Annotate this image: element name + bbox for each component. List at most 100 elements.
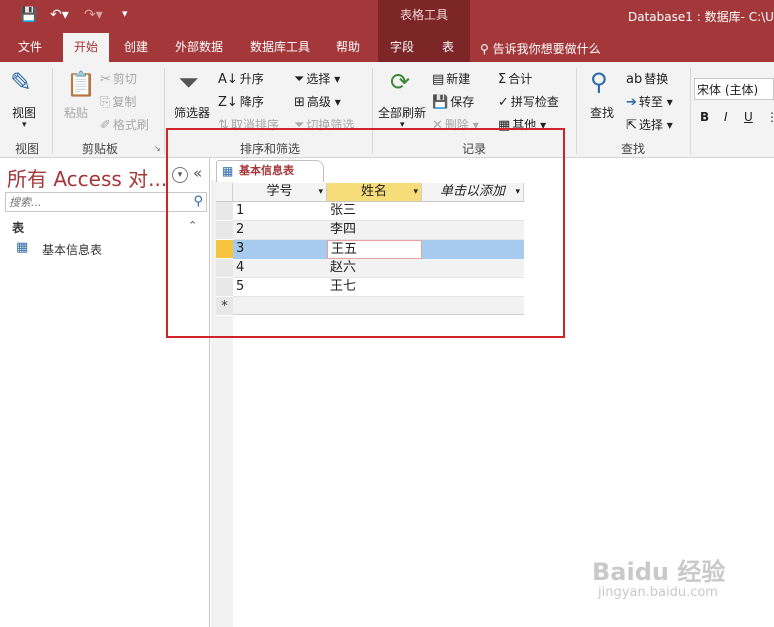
underline-button[interactable]: U (744, 110, 753, 124)
column-header-name[interactable]: 姓名 ▾ (327, 183, 422, 202)
tab-file[interactable]: 文件 (8, 33, 52, 62)
cell-name[interactable]: 张三 (327, 202, 422, 221)
save-icon[interactable]: 💾 (20, 7, 37, 23)
chevron-down-icon[interactable]: ▾ (318, 183, 323, 201)
view-button[interactable]: 视图 (12, 104, 36, 121)
table-row[interactable]: 1 张三 (233, 202, 524, 221)
tab-external-data[interactable]: 外部数据 (166, 33, 232, 62)
tab-fields[interactable]: 字段 (382, 33, 422, 62)
nav-pane-title[interactable]: 所有 Access 对... (7, 163, 167, 192)
nav-menu-icon[interactable]: ▾ (172, 167, 188, 183)
ascending-button[interactable]: A↓ 升序 (218, 70, 264, 87)
selection-button[interactable]: ⏷ 选择 ▾ (294, 70, 340, 87)
new-record-button[interactable]: ▤ 新建 (432, 70, 470, 87)
record-selector[interactable] (216, 259, 233, 278)
record-selector[interactable] (216, 278, 233, 297)
cell-student-id[interactable]: 4 (233, 259, 327, 278)
save-icon: 💾 (432, 95, 449, 110)
remove-sort-icon: ⇅ (218, 118, 229, 133)
toggle-filter-button[interactable]: ⏷ 切换筛选 (294, 116, 354, 133)
tab-home[interactable]: 开始 (63, 33, 109, 62)
cell-name-active[interactable]: 王五 (327, 240, 422, 259)
record-selector[interactable] (216, 202, 233, 221)
nav-section-tables[interactable]: 表 (12, 219, 24, 236)
document-tab[interactable]: ▦ 基本信息表 (216, 160, 324, 182)
new-record-row[interactable] (233, 297, 524, 315)
select-button[interactable]: ⇱ 选择 ▾ (626, 116, 673, 133)
tab-create[interactable]: 创建 (114, 33, 158, 62)
tab-database-tools[interactable]: 数据库工具 (242, 33, 318, 62)
refresh-all-button[interactable]: 全部刷新 (378, 104, 426, 121)
paste-icon[interactable]: 📋 (66, 70, 96, 98)
new-record-marker[interactable]: * (216, 297, 233, 316)
table-tools-title: 表格工具 (378, 0, 470, 33)
totals-button[interactable]: Σ 合计 (498, 70, 532, 87)
view-icon[interactable]: ✎ (10, 68, 32, 98)
refresh-dropdown-icon[interactable]: ▾ (400, 120, 405, 130)
bold-button[interactable]: B (700, 110, 709, 124)
italic-button[interactable]: I (724, 110, 728, 124)
tab-table[interactable]: 表 (430, 33, 466, 62)
spelling-button[interactable]: ✓ 拼写检查 (498, 93, 559, 110)
format-painter-button[interactable]: ✐ 格式刷 (100, 116, 149, 133)
more-button[interactable]: ▦ 其他 ▾ (498, 116, 546, 133)
undo-icon[interactable]: ↶▾ (50, 7, 69, 23)
paste-button[interactable]: 粘贴 (64, 104, 88, 121)
nav-item-label: 基本信息表 (42, 243, 103, 257)
sort-descending-icon: Z↓ (218, 95, 238, 110)
cell-student-id[interactable]: 5 (233, 278, 327, 297)
find-button[interactable]: 查找 (590, 104, 614, 121)
funnel-icon[interactable]: ⏷ (178, 68, 199, 99)
goto-button[interactable]: ➔ 转至 ▾ (626, 93, 673, 110)
cell-name[interactable]: 李四 (327, 221, 422, 240)
filter-button[interactable]: 筛选器 (174, 104, 210, 121)
copy-button[interactable]: ⎘ 复制 (100, 93, 136, 110)
tell-me-box[interactable]: ⚲ 告诉我你想要做什么 (480, 40, 601, 57)
cell-student-id[interactable]: 1 (233, 202, 327, 221)
select-all-corner[interactable] (216, 183, 233, 202)
record-selector-current[interactable] (216, 240, 233, 259)
watermark-url: jingyan.baidu.com (598, 585, 718, 600)
chevron-down-icon[interactable]: ▾ (413, 183, 418, 201)
sigma-icon: Σ (498, 72, 507, 87)
column-header-student-id[interactable]: 学号 ▾ (233, 183, 327, 202)
nav-search-input[interactable] (6, 193, 186, 211)
document-tab-label: 基本信息表 (239, 164, 294, 177)
magnifier-icon[interactable]: ⚲ (590, 68, 608, 96)
search-icon: ⚲ (480, 42, 489, 56)
view-dropdown-icon[interactable]: ▾ (22, 120, 27, 130)
redo-icon[interactable]: ↷▾ (84, 7, 103, 23)
refresh-icon[interactable]: ⟳ (390, 68, 410, 96)
record-selector[interactable] (216, 221, 233, 240)
customize-quick-access-icon[interactable]: ▾ (122, 7, 128, 20)
cell-student-id[interactable]: 2 (233, 221, 327, 240)
formatting-more-icon[interactable]: ⋮ (766, 110, 774, 124)
dialog-launcher-icon[interactable]: ↘ (154, 144, 161, 153)
collapse-section-icon[interactable]: ⌃ (188, 219, 197, 232)
tab-help[interactable]: 帮助 (328, 33, 368, 62)
delete-record-button[interactable]: ✕ 删除 ▾ (432, 116, 479, 133)
title-bar: 💾 ↶▾ ↷▾ ▾ 表格工具 Database1 : 数据库- C:\Us (0, 0, 774, 33)
table-row[interactable]: 5 王七 (233, 278, 524, 297)
cell-name[interactable]: 赵六 (327, 259, 422, 278)
find-group-label: 查找 (620, 142, 645, 156)
copy-icon: ⎘ (100, 95, 111, 110)
nav-item-basic-info-table[interactable]: ▦ 基本信息表 (16, 240, 202, 258)
table-row[interactable]: 4 赵六 (233, 259, 524, 278)
column-header-add-field[interactable]: 单击以添加 ▾ (422, 183, 524, 202)
table-row-selected[interactable]: 3 王五 (233, 240, 524, 259)
cursor-icon: ⇱ (626, 118, 637, 133)
collapse-pane-icon[interactable]: « (193, 164, 202, 182)
chevron-down-icon[interactable]: ▾ (515, 183, 520, 201)
table-row[interactable]: 2 李四 (233, 221, 524, 240)
descending-button[interactable]: Z↓ 降序 (218, 93, 264, 110)
remove-sort-button[interactable]: ⇅ 取消排序 (218, 116, 279, 133)
save-record-button[interactable]: 💾 保存 (432, 93, 474, 110)
font-name-select[interactable]: 宋体 (主体) (694, 78, 774, 100)
cut-button[interactable]: ✂ 剪切 (100, 70, 137, 87)
search-icon[interactable]: ⚲ (193, 194, 203, 209)
advanced-button[interactable]: ⊞ 高级 ▾ (294, 93, 341, 110)
cell-student-id[interactable]: 3 (233, 240, 327, 259)
replace-button[interactable]: ab 替换 (626, 70, 668, 87)
cell-name[interactable]: 王七 (327, 278, 422, 297)
